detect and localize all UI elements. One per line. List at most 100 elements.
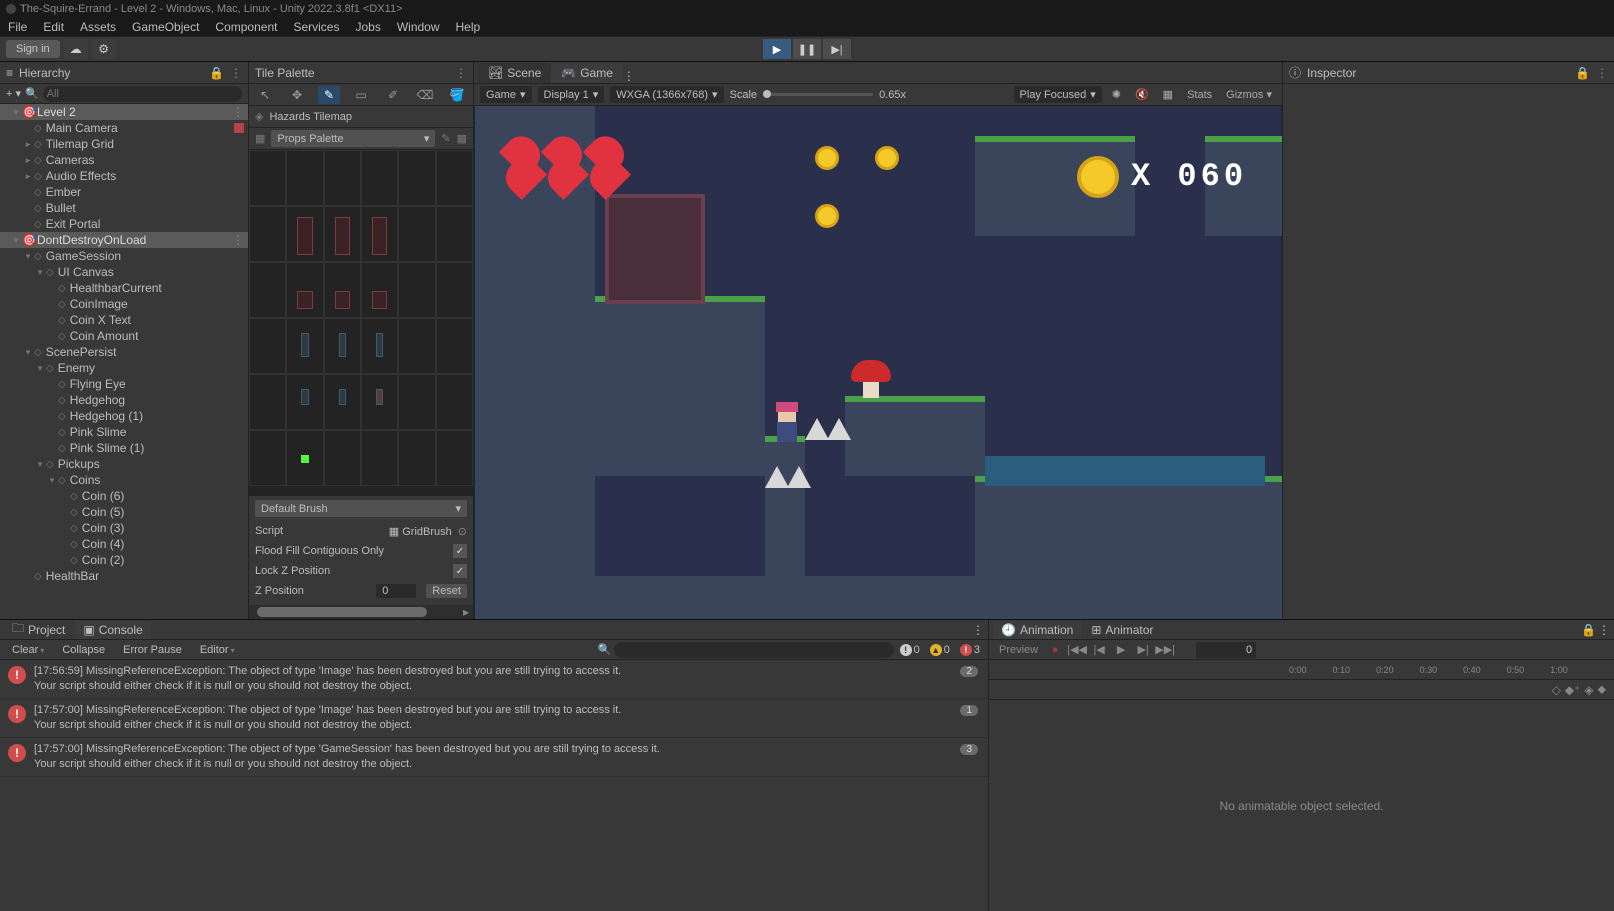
- tree-item[interactable]: ◇HealthbarCurrent: [0, 280, 248, 296]
- tree-item[interactable]: ◇Coin (5): [0, 504, 248, 520]
- menu-edit[interactable]: Edit: [43, 20, 64, 34]
- active-tilemap-dropdown[interactable]: Hazards Tilemap: [269, 111, 352, 123]
- hierarchy-tree[interactable]: ▾🎯 Level 2⋮ ◇Main Camera ▸◇Tilemap Grid …: [0, 104, 248, 619]
- scene-row[interactable]: ▾🎯 DontDestroyOnLoad⋮: [0, 232, 248, 248]
- console-message[interactable]: ! [17:56:59] MissingReferenceException: …: [0, 660, 988, 699]
- scene-tab[interactable]: 🏞Scene: [478, 63, 551, 83]
- tile-scrollbar[interactable]: ▸: [249, 605, 473, 619]
- tree-item[interactable]: ▸◇Tilemap Grid: [0, 136, 248, 152]
- tree-item[interactable]: ▾◇Pickups: [0, 456, 248, 472]
- timeline-ruler[interactable]: 0:000:100:200:300:400:501:00: [989, 660, 1614, 680]
- tree-item[interactable]: ◇Hedgehog (1): [0, 408, 248, 424]
- hierarchy-search[interactable]: [43, 86, 242, 102]
- brush-dropdown[interactable]: Default Brush▾: [255, 500, 467, 517]
- tree-item[interactable]: ◇Bullet: [0, 200, 248, 216]
- mute-icon[interactable]: 🔇: [1131, 88, 1153, 101]
- inspector-tab[interactable]: Inspector: [1307, 66, 1356, 80]
- menu-gameobject[interactable]: GameObject: [132, 20, 199, 34]
- picker-tool-icon[interactable]: ✐: [382, 86, 404, 104]
- tile-grid[interactable]: [249, 150, 473, 495]
- game-viewport[interactable]: X 060: [474, 106, 1282, 619]
- rect-tool-icon[interactable]: ▭: [350, 86, 372, 104]
- editor-button[interactable]: Editor▾: [192, 642, 243, 658]
- tree-item[interactable]: ▸◇Audio Effects: [0, 168, 248, 184]
- tree-item[interactable]: ◇Exit Portal: [0, 216, 248, 232]
- animation-tab[interactable]: 🕘Animation: [993, 621, 1081, 639]
- grid-icon[interactable]: ▦: [1159, 88, 1177, 101]
- select-tool-icon[interactable]: ↖: [254, 86, 276, 104]
- menu-window[interactable]: Window: [397, 20, 440, 34]
- console-body[interactable]: ! [17:56:59] MissingReferenceException: …: [0, 660, 988, 911]
- first-frame-button[interactable]: |◀◀: [1066, 641, 1088, 659]
- tree-item[interactable]: ◇Ember: [0, 184, 248, 200]
- clear-button[interactable]: Clear▾: [4, 642, 52, 658]
- tree-item[interactable]: ◇Main Camera: [0, 120, 248, 136]
- zpos-field[interactable]: 0: [376, 584, 416, 598]
- settings-icon[interactable]: ⚙: [92, 39, 116, 59]
- menu-component[interactable]: Component: [215, 20, 277, 34]
- tree-item[interactable]: ◇Coin X Text: [0, 312, 248, 328]
- game-tab[interactable]: 🎮Game: [551, 63, 623, 83]
- curves-icon[interactable]: ⬥: [1598, 682, 1606, 697]
- bug-icon[interactable]: ✺: [1108, 88, 1125, 101]
- game-menu-icon[interactable]: ⋮: [623, 69, 635, 83]
- brush-tool-icon[interactable]: ✎: [318, 86, 340, 104]
- animator-tab[interactable]: ⊞Animator: [1083, 621, 1161, 639]
- reset-button[interactable]: Reset: [426, 584, 467, 598]
- resolution-dropdown[interactable]: WXGA (1366x768) ▾: [610, 86, 723, 103]
- tree-item[interactable]: ◇Coin (2): [0, 552, 248, 568]
- dopesheet-icon[interactable]: ◈: [1584, 683, 1593, 697]
- hierarchy-menu-icon[interactable]: ⋮: [230, 66, 242, 80]
- signin-button[interactable]: Sign in: [6, 40, 60, 58]
- console-search[interactable]: [614, 642, 894, 658]
- tree-item[interactable]: ▾◇GameSession: [0, 248, 248, 264]
- hierarchy-tab[interactable]: Hierarchy: [19, 66, 70, 80]
- console-message[interactable]: ! [17:57:00] MissingReferenceException: …: [0, 738, 988, 777]
- add-event-icon[interactable]: ◆⁺: [1565, 683, 1581, 697]
- move-tool-icon[interactable]: ✥: [286, 86, 308, 104]
- scene-row[interactable]: ▾🎯 Level 2⋮: [0, 104, 248, 120]
- menu-services[interactable]: Services: [293, 20, 339, 34]
- add-key-icon[interactable]: ◇: [1552, 683, 1561, 697]
- record-button[interactable]: ●: [1044, 641, 1066, 659]
- next-frame-button[interactable]: ▶|: [1132, 641, 1154, 659]
- display-dropdown[interactable]: Display 1 ▾: [538, 86, 605, 103]
- pause-button[interactable]: ❚❚: [793, 39, 821, 59]
- lockz-checkbox[interactable]: ✓: [453, 564, 467, 578]
- menu-jobs[interactable]: Jobs: [355, 20, 380, 34]
- tree-item[interactable]: ◇Coin Amount: [0, 328, 248, 344]
- edit-palette-icon[interactable]: ✎: [441, 132, 450, 145]
- palette-dropdown[interactable]: Props Palette▾: [271, 130, 435, 147]
- play-button[interactable]: ▶: [763, 39, 791, 59]
- tree-item[interactable]: ◇Coin (3): [0, 520, 248, 536]
- flood-checkbox[interactable]: ✓: [453, 544, 467, 558]
- error-pause-button[interactable]: Error Pause: [115, 642, 190, 658]
- gizmos-button[interactable]: Gizmos ▾: [1222, 88, 1276, 101]
- inspector-menu-icon[interactable]: ⋮: [1596, 66, 1608, 80]
- console-menu-icon[interactable]: ⋮: [972, 623, 984, 637]
- preview-button[interactable]: Preview: [993, 644, 1044, 656]
- game-mode-dropdown[interactable]: Game ▾: [480, 86, 532, 103]
- tree-item[interactable]: ◇HealthBar: [0, 568, 248, 584]
- tree-item[interactable]: ▾◇Coins: [0, 472, 248, 488]
- frame-field[interactable]: [1196, 642, 1256, 658]
- erase-tool-icon[interactable]: ⌫: [414, 86, 436, 104]
- menu-help[interactable]: Help: [456, 20, 481, 34]
- console-message[interactable]: ! [17:57:00] MissingReferenceException: …: [0, 699, 988, 738]
- tile-palette-menu-icon[interactable]: ⋮: [455, 66, 467, 80]
- inspector-lock-icon[interactable]: 🔒: [1575, 66, 1590, 80]
- tree-item[interactable]: ◇Pink Slime: [0, 424, 248, 440]
- last-frame-button[interactable]: ▶▶|: [1154, 641, 1176, 659]
- menu-assets[interactable]: Assets: [80, 20, 116, 34]
- warn-count[interactable]: ▲0: [926, 644, 954, 656]
- hierarchy-lock-icon[interactable]: 🔒: [209, 66, 224, 80]
- project-tab[interactable]: 🗀Project: [4, 617, 73, 642]
- tile-palette-tab[interactable]: Tile Palette: [255, 66, 315, 80]
- prev-frame-button[interactable]: |◀: [1088, 641, 1110, 659]
- play-anim-button[interactable]: ▶: [1110, 641, 1132, 659]
- anim-lock-icon[interactable]: 🔒: [1581, 623, 1596, 637]
- tree-item[interactable]: ◇CoinImage: [0, 296, 248, 312]
- tree-item[interactable]: ◇Flying Eye: [0, 376, 248, 392]
- stats-button[interactable]: Stats: [1183, 89, 1216, 101]
- tree-item[interactable]: ▾◇Enemy: [0, 360, 248, 376]
